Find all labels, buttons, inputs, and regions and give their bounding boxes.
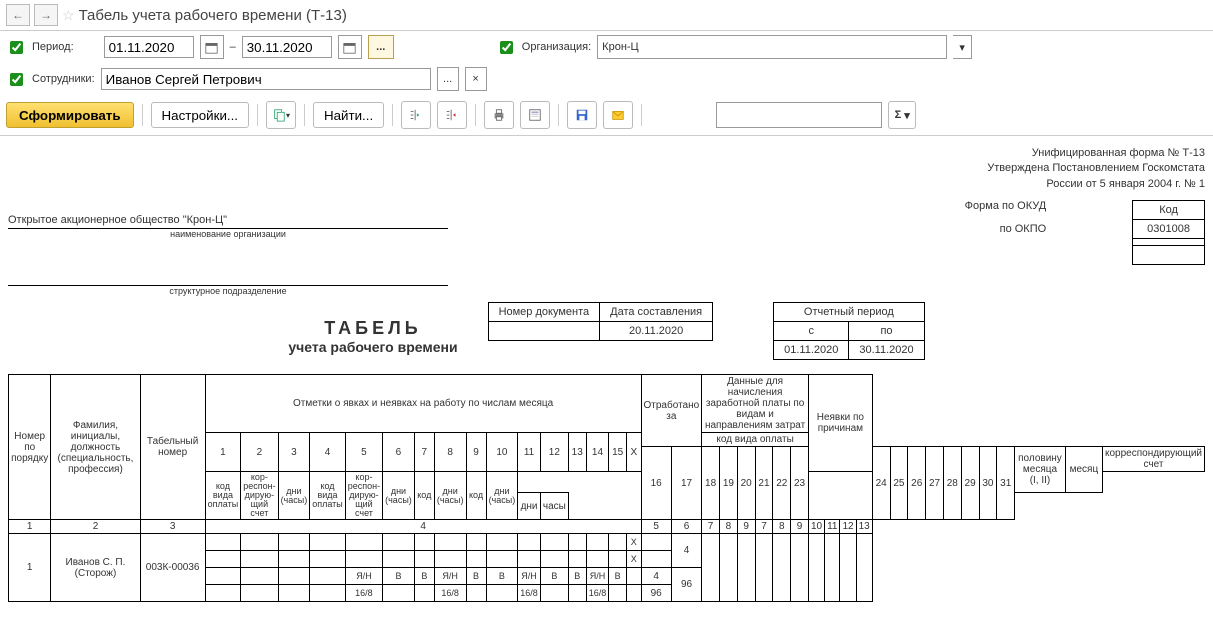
col-absence: Неявки по причинам — [808, 375, 872, 472]
org-name: Открытое акционерное общество "Крон-Ц" — [8, 214, 448, 229]
doc-meta: ТАБЕЛЬ учета рабочего времени Номер доку… — [8, 302, 1205, 360]
separator — [392, 104, 393, 126]
form-hdr-line2: Утверждена Постановлением Госкомстата — [8, 161, 1205, 176]
col-tabnum: Табельный номер — [140, 375, 205, 520]
separator — [304, 104, 305, 126]
emp-label: Сотрудники: — [32, 73, 95, 85]
sum-field[interactable] — [716, 102, 882, 128]
col-abs-code2: код — [466, 472, 486, 520]
print-preview-button[interactable] — [520, 101, 550, 129]
period-more-button[interactable]: ... — [368, 35, 394, 59]
email-button[interactable] — [603, 101, 633, 129]
rep-from-h: с — [774, 322, 849, 341]
date-from-input[interactable] — [104, 36, 194, 58]
col-corr2: кор-респон-дирую-щий счет — [345, 472, 382, 520]
separator — [142, 104, 143, 126]
period-filter-row: Период: – ... Организация: Крон-Ц ▾ — [0, 31, 1213, 63]
forward-button[interactable]: → — [34, 4, 58, 26]
col-worked: Отработано за — [641, 375, 702, 447]
separator — [257, 104, 258, 126]
toolbar: Сформировать Настройки... ▾ Найти... Σ ▾ — [0, 95, 1213, 136]
col-marks: Отметки о явках и неявках на работу по ч… — [205, 375, 641, 433]
date-to-cal-button[interactable] — [338, 35, 362, 59]
find-button[interactable]: Найти... — [313, 102, 384, 128]
org-select[interactable]: Крон-Ц — [597, 35, 947, 59]
save-button[interactable] — [567, 101, 597, 129]
docnum-h: Номер документа — [488, 303, 600, 322]
col-abs-dh2: дни (часы) — [486, 472, 518, 520]
col-name: Фамилия, инициалы, должность (специально… — [51, 375, 140, 520]
page-title: Табель учета рабочего времени (Т-13) — [79, 7, 347, 24]
settings-button[interactable]: Настройки... — [151, 102, 249, 128]
col-month: месяц — [1065, 447, 1102, 493]
favorite-icon[interactable]: ☆ — [62, 7, 75, 24]
col-abs-code1: код — [414, 472, 434, 520]
expand-button[interactable] — [401, 101, 431, 129]
org-under-label: наименование организации — [8, 229, 448, 239]
separator — [641, 104, 642, 126]
rep-to-h: по — [849, 322, 924, 341]
date-to-input[interactable] — [242, 36, 332, 58]
col-code1: код вида оплаты — [205, 472, 241, 520]
sigma-button[interactable]: Σ ▾ — [888, 101, 916, 129]
col-payroll: Данные для начисления заработной платы п… — [702, 375, 809, 433]
col-paycode: код вида оплаты — [702, 433, 809, 447]
doc-title: ТАБЕЛЬ учета рабочего времени — [288, 318, 457, 355]
col-corracct: корреспондирующий счет — [1102, 447, 1204, 472]
col-days: дни — [518, 493, 541, 520]
col-code2: код вида оплаты — [310, 472, 346, 520]
dept-under-label: структурное подразделение — [8, 286, 448, 296]
emp-checkbox[interactable] — [10, 73, 23, 86]
col-hours: часы — [540, 493, 568, 520]
col-dh1: дни (часы) — [278, 472, 310, 520]
report-period-table: Отчетный период спо 01.11.202030.11.2020 — [773, 302, 925, 360]
title-sub: учета рабочего времени — [288, 339, 457, 355]
col-abs-dh1: дни (часы) — [434, 472, 466, 520]
code-empty — [1133, 246, 1205, 265]
docnum — [488, 322, 600, 341]
form-hdr-line1: Унифицированная форма № Т-13 — [8, 146, 1205, 161]
col-dh2: дни (часы) — [383, 472, 415, 520]
form-hdr-line3: России от 5 января 2004 г. № 1 — [8, 177, 1205, 192]
rep-from: 01.11.2020 — [774, 341, 849, 360]
generate-button[interactable]: Сформировать — [6, 102, 134, 128]
docdate-h: Дата составления — [600, 303, 713, 322]
report-area: Унифицированная форма № Т-13 Утверждена … — [0, 136, 1213, 612]
print-button[interactable] — [484, 101, 514, 129]
title-big: ТАБЕЛЬ — [288, 318, 457, 339]
org-checkbox[interactable] — [500, 41, 513, 54]
timesheet-table: Номер по порядку Фамилия, инициалы, долж… — [8, 374, 1205, 602]
rep-to: 30.11.2020 — [849, 341, 924, 360]
dash: – — [230, 41, 236, 53]
employees-filter-row: Сотрудники: ... × — [0, 63, 1213, 95]
period-checkbox[interactable] — [10, 41, 23, 54]
okud-label: Форма по ОКУД — [965, 200, 1047, 212]
emp-more-button[interactable]: ... — [437, 67, 459, 91]
rep-period-h: Отчетный период — [774, 303, 925, 322]
col-num: Номер по порядку — [9, 375, 51, 520]
collapse-button[interactable] — [437, 101, 467, 129]
org-label: Организация: — [522, 41, 591, 53]
period-label: Период: — [32, 41, 74, 53]
form-header: Унифицированная форма № Т-13 Утверждена … — [8, 146, 1205, 192]
copy-button[interactable]: ▾ — [266, 101, 296, 129]
code-label: Код — [1133, 201, 1205, 220]
separator — [558, 104, 559, 126]
date-from-cal-button[interactable] — [200, 35, 224, 59]
okpo-label: по ОКПО — [1000, 223, 1047, 235]
top-bar: ← → ☆ Табель учета рабочего времени (Т-1… — [0, 0, 1213, 31]
docdate: 20.11.2020 — [600, 322, 713, 341]
okud-value: 0301008 — [1133, 220, 1205, 239]
emp-input[interactable] — [101, 68, 431, 90]
org-value: Крон-Ц — [602, 41, 639, 53]
col-corr1: кор-респон-дирую-щий счет — [241, 472, 278, 520]
code-box: Код 0301008 — [1132, 200, 1205, 265]
col-half: половину месяца (I, II) — [1015, 447, 1066, 493]
org-dropdown-button[interactable]: ▾ — [953, 35, 972, 59]
emp-clear-button[interactable]: × — [465, 67, 487, 91]
doc-number-table: Номер документаДата составления 20.11.20… — [488, 302, 714, 341]
separator — [475, 104, 476, 126]
back-button[interactable]: ← — [6, 4, 30, 26]
okpo-value — [1133, 239, 1205, 246]
